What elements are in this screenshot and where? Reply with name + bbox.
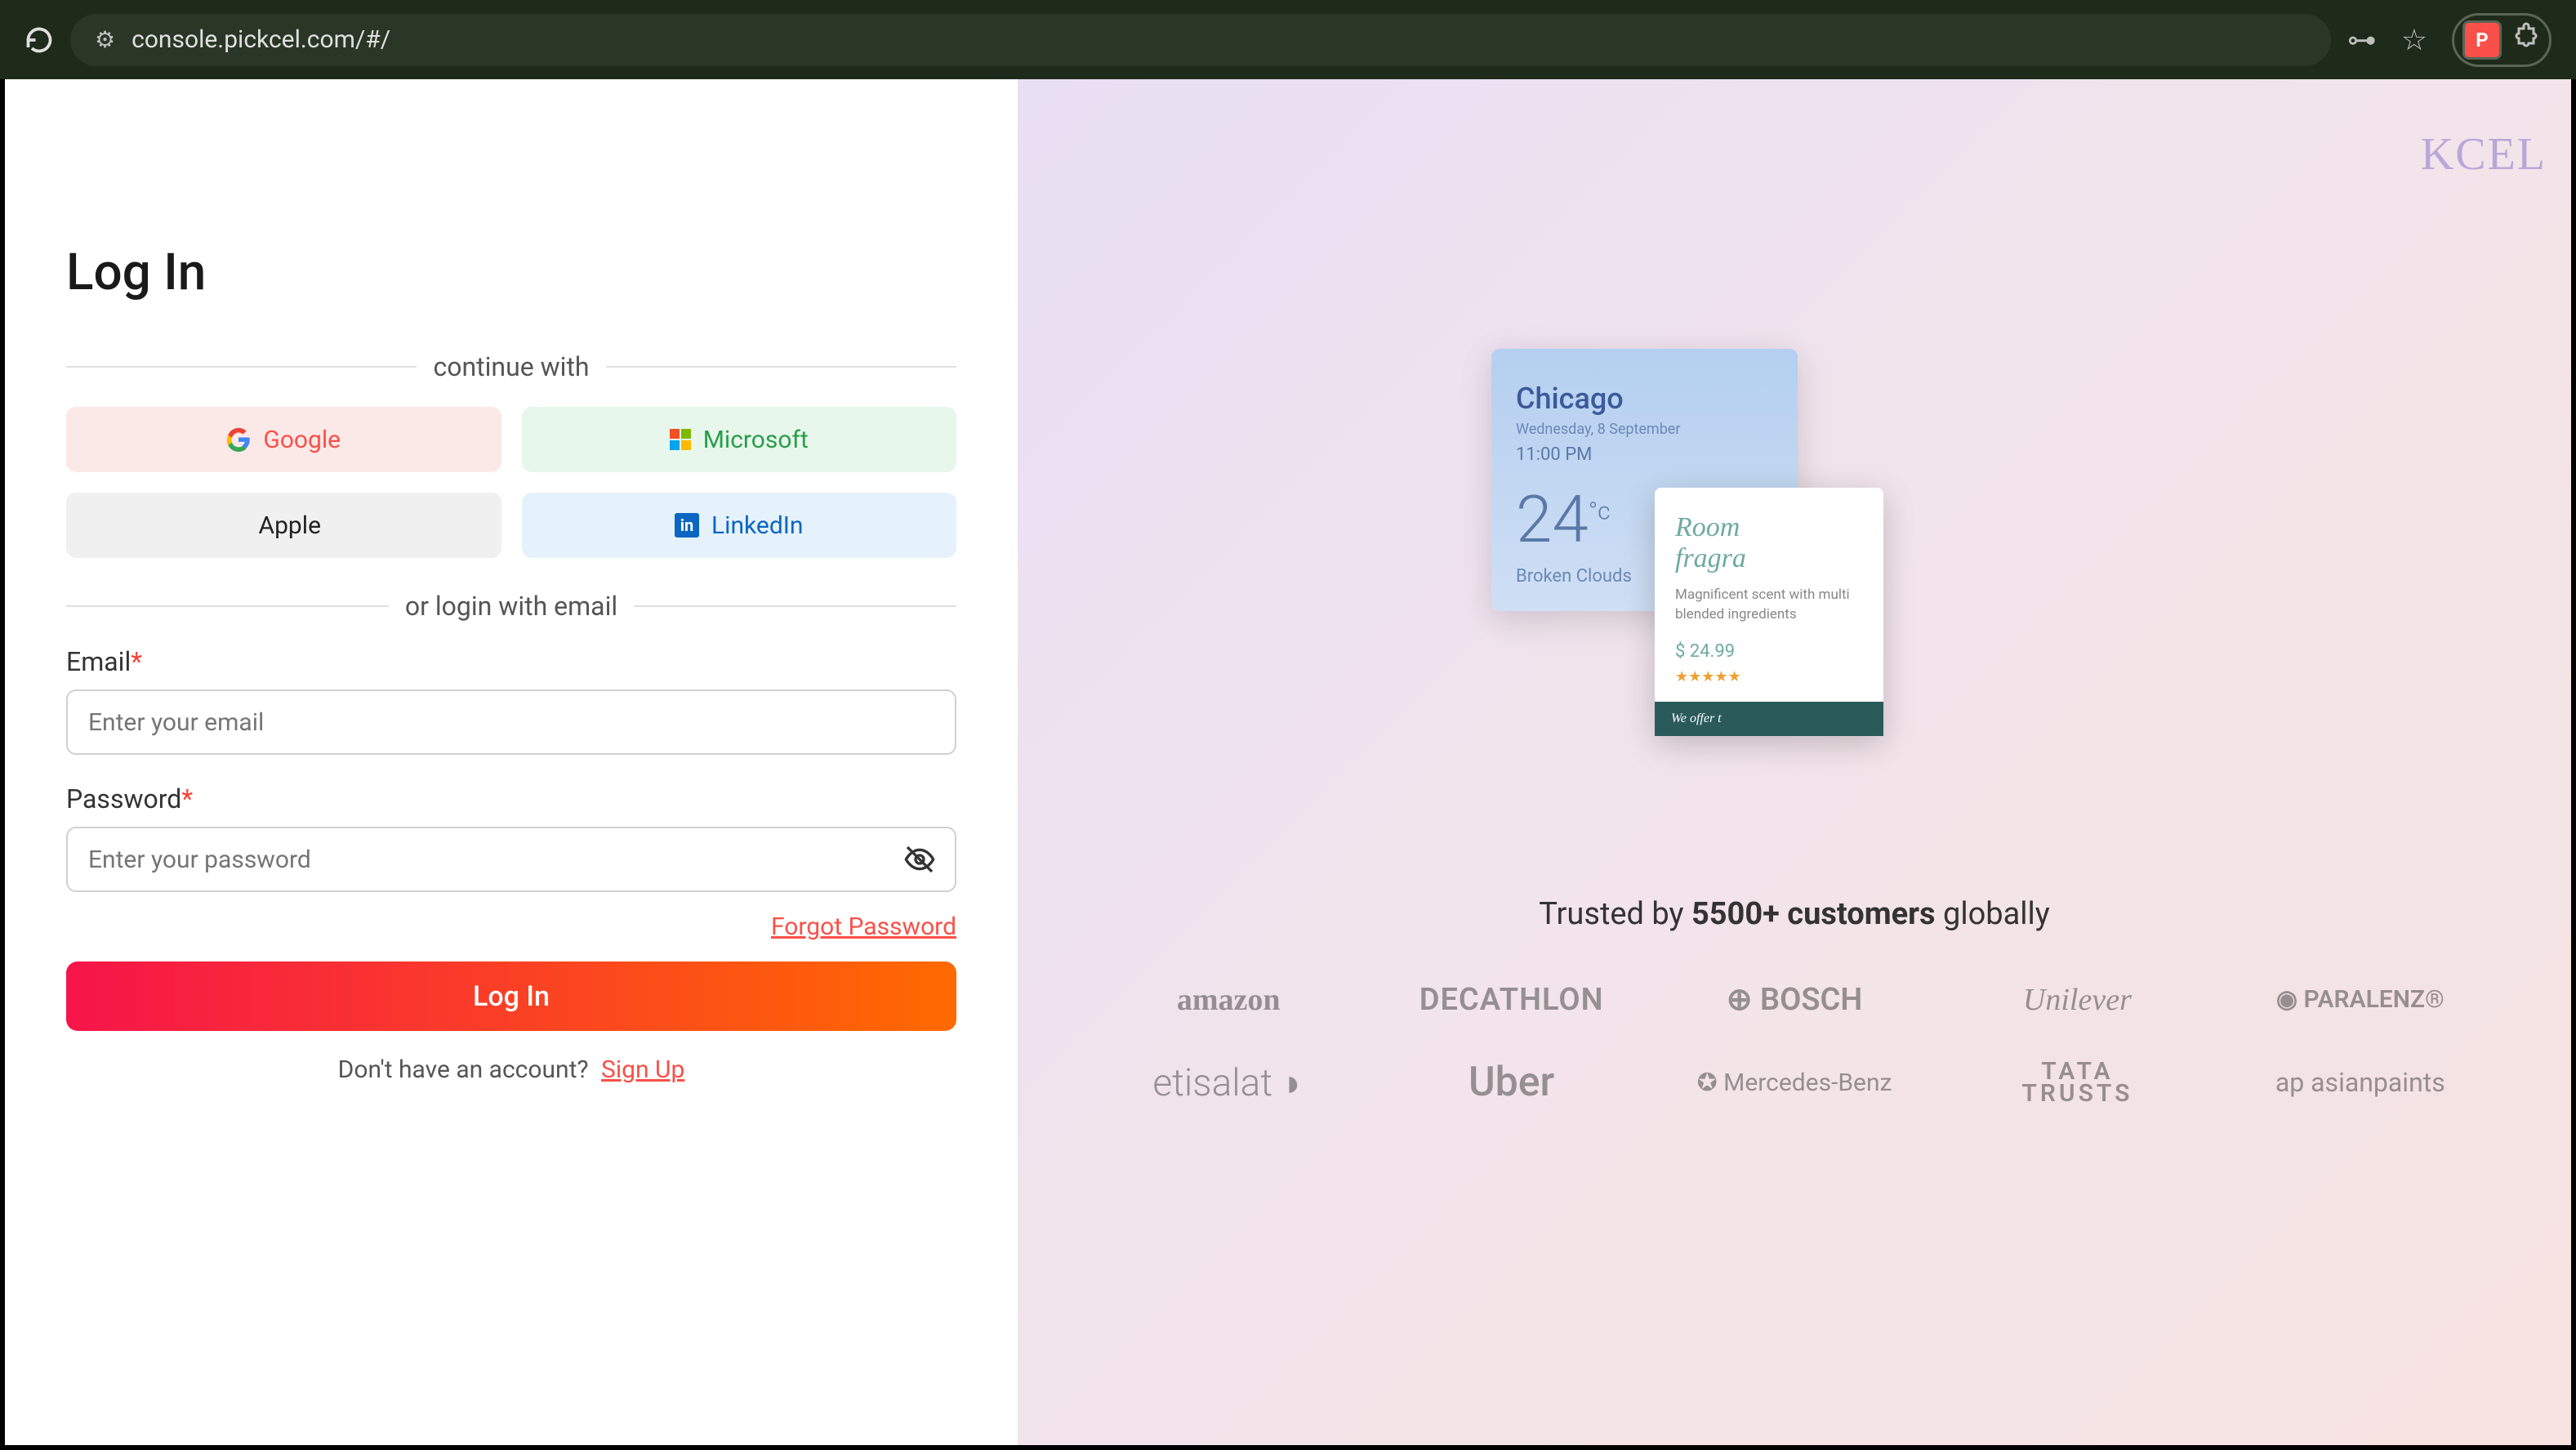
brand-unilever: Unilever [2023, 982, 2132, 1018]
brand-bosch: ⊕ BOSCH [1727, 981, 1863, 1018]
microsoft-login-button[interactable]: Microsoft [522, 407, 957, 472]
google-icon [226, 427, 251, 452]
apple-login-button[interactable]: Apple [66, 493, 501, 558]
page-content: Log In continue with Google Microsoft [0, 79, 2576, 1450]
fragrance-stars: ★★★★★ [1675, 668, 1863, 685]
password-input[interactable] [66, 827, 956, 892]
microsoft-label: Microsoft [703, 426, 809, 454]
google-label: Google [263, 426, 341, 454]
brand-logo-grid: amazon DECATHLON ⊕ BOSCH Unilever ◉ PARA… [1018, 981, 2571, 1106]
login-heading: Log In [66, 243, 956, 302]
email-label: Email* [66, 646, 956, 677]
address-bar[interactable]: ⚙ console.pickcel.com/#/ [70, 14, 2331, 66]
brand-etisalat: etisalat ◗ [1152, 1060, 1304, 1105]
pickcel-extension-icon[interactable]: P [2462, 20, 2502, 60]
brand-decathlon: DECATHLON [1419, 982, 1604, 1018]
fragrance-footer: We offer t [1655, 702, 1883, 736]
fragrance-title-2: fragra [1675, 543, 1863, 574]
apple-label: Apple [259, 511, 321, 540]
promo-card-stack: Chicago Wednesday, 8 September 11:00 PM … [1491, 349, 1798, 611]
browser-chrome: ⚙ console.pickcel.com/#/ ⊶ ☆ P [0, 0, 2576, 79]
or-login-divider: or login with email [66, 591, 956, 622]
signup-link[interactable]: Sign Up [601, 1055, 684, 1084]
fragrance-card: Room fragra Magnificent scent with multi… [1655, 488, 1883, 736]
social-login-grid: Google Microsoft Apple in LinkedIn [66, 407, 956, 558]
password-visibility-toggle-icon[interactable] [903, 843, 936, 883]
linkedin-login-button[interactable]: in LinkedIn [522, 493, 957, 558]
weather-city: Chicago [1516, 381, 1773, 416]
linkedin-label: LinkedIn [711, 511, 804, 540]
bookmark-star-icon[interactable]: ☆ [2401, 23, 2427, 57]
login-panel: Log In continue with Google Microsoft [5, 79, 1018, 1445]
chrome-actions: ⊶ ☆ P [2347, 13, 2551, 67]
login-submit-button[interactable]: Log In [66, 961, 956, 1031]
linkedin-icon: in [675, 513, 699, 538]
password-label: Password* [66, 783, 956, 814]
weather-date: Wednesday, 8 September [1516, 421, 1773, 438]
no-account-text: Don't have an account? [338, 1055, 589, 1084]
or-login-text: or login with email [405, 591, 617, 622]
brand-uber: Uber [1468, 1059, 1554, 1106]
brand-asianpaints: ap asianpaints [2275, 1067, 2445, 1098]
url-text: console.pickcel.com/#/ [131, 25, 390, 54]
brand-paralenz: ◉ PARALENZ® [2276, 985, 2445, 1014]
extensions-puzzle-icon[interactable] [2511, 21, 2541, 58]
fragrance-desc: Magnificent scent with multi blended ing… [1675, 586, 1863, 625]
continue-with-divider: continue with [66, 351, 956, 382]
site-settings-icon[interactable]: ⚙ [95, 26, 115, 53]
signup-row: Don't have an account? Sign Up [66, 1055, 956, 1084]
password-key-icon[interactable]: ⊶ [2347, 23, 2377, 57]
google-login-button[interactable]: Google [66, 407, 501, 472]
password-wrapper [66, 827, 956, 921]
brand-amazon: amazon [1177, 982, 1281, 1018]
brand-tata: TATA TRUSTS [2021, 1060, 2133, 1104]
microsoft-icon [670, 429, 691, 450]
background-logo: KCEL [2421, 128, 2547, 181]
continue-with-text: continue with [433, 351, 589, 382]
weather-time: 11:00 PM [1516, 444, 1773, 465]
fragrance-title-1: Room [1675, 512, 1863, 543]
trusted-section: Trusted by 5500+ customers globally amaz… [1018, 896, 2571, 1106]
brand-mercedes: ✪ Mercedes-Benz [1697, 1069, 1892, 1097]
trusted-text: Trusted by 5500+ customers globally [1018, 896, 2571, 932]
extension-toolbar: P [2452, 13, 2551, 67]
email-input[interactable] [66, 689, 956, 755]
fragrance-price: $ 24.99 [1675, 641, 1863, 662]
promo-panel: KCEL Chicago Wednesday, 8 September 11:0… [1018, 79, 2571, 1445]
reload-button[interactable] [25, 25, 54, 55]
